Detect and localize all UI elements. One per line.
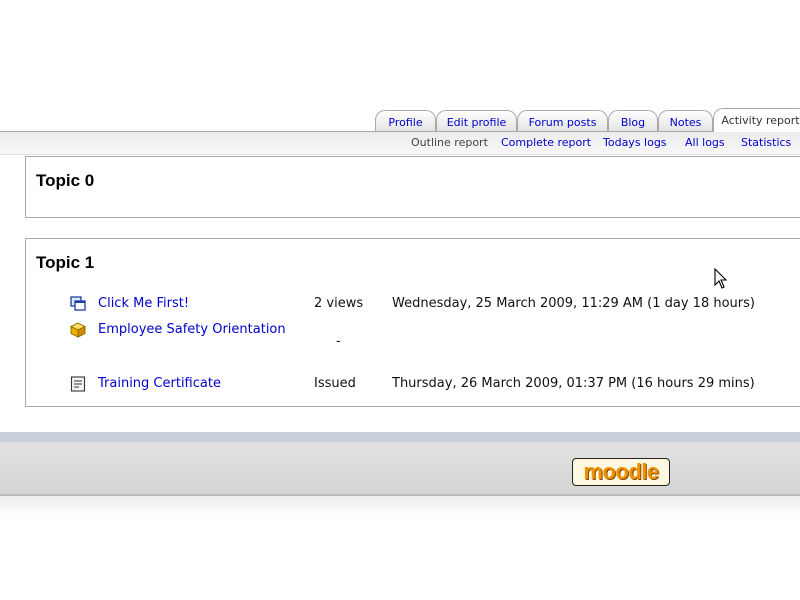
subtab-all-logs[interactable]: All logs xyxy=(685,136,725,149)
subtab-statistics[interactable]: Statistics xyxy=(741,136,791,149)
activity-last-access: Thursday, 26 March 2009, 01:37 PM (16 ho… xyxy=(392,376,755,391)
tab-edit-profile[interactable]: Edit profile xyxy=(436,110,517,131)
subtab-outline-report: Outline report xyxy=(411,136,488,149)
subtabs-bar xyxy=(0,132,800,155)
tab-notes[interactable]: Notes xyxy=(658,110,713,131)
topic-title: Topic 1 xyxy=(36,253,95,272)
activity-link[interactable]: Training Certificate xyxy=(98,376,221,391)
tab-activity-report[interactable]: Activity report xyxy=(713,108,800,133)
certificate-icon xyxy=(70,376,86,392)
topic-section-0: Topic 0 xyxy=(25,156,800,218)
subtab-complete-report[interactable]: Complete report xyxy=(501,136,591,149)
footer-divider xyxy=(0,432,800,442)
activity-status: - xyxy=(336,334,341,349)
tab-blog[interactable]: Blog xyxy=(608,110,658,131)
mouse-cursor-icon xyxy=(714,268,728,289)
scorm-package-icon xyxy=(70,322,86,338)
tab-forum-posts[interactable]: Forum posts xyxy=(517,110,608,131)
topic-title: Topic 0 xyxy=(36,171,95,190)
activity-status: 2 views xyxy=(314,296,364,311)
page-footer xyxy=(0,442,800,496)
subtab-todays-logs[interactable]: Todays logs xyxy=(603,136,667,149)
resource-window-icon xyxy=(70,296,86,311)
moodle-logo[interactable]: moodle xyxy=(572,458,670,486)
tab-profile[interactable]: Profile xyxy=(375,110,436,131)
activity-status: Issued xyxy=(314,376,356,391)
footer-shadow xyxy=(0,496,800,516)
activity-last-access: Wednesday, 25 March 2009, 11:29 AM (1 da… xyxy=(392,296,755,311)
activity-link[interactable]: Click Me First! xyxy=(98,296,189,311)
activity-link[interactable]: Employee Safety Orientation xyxy=(98,322,286,337)
